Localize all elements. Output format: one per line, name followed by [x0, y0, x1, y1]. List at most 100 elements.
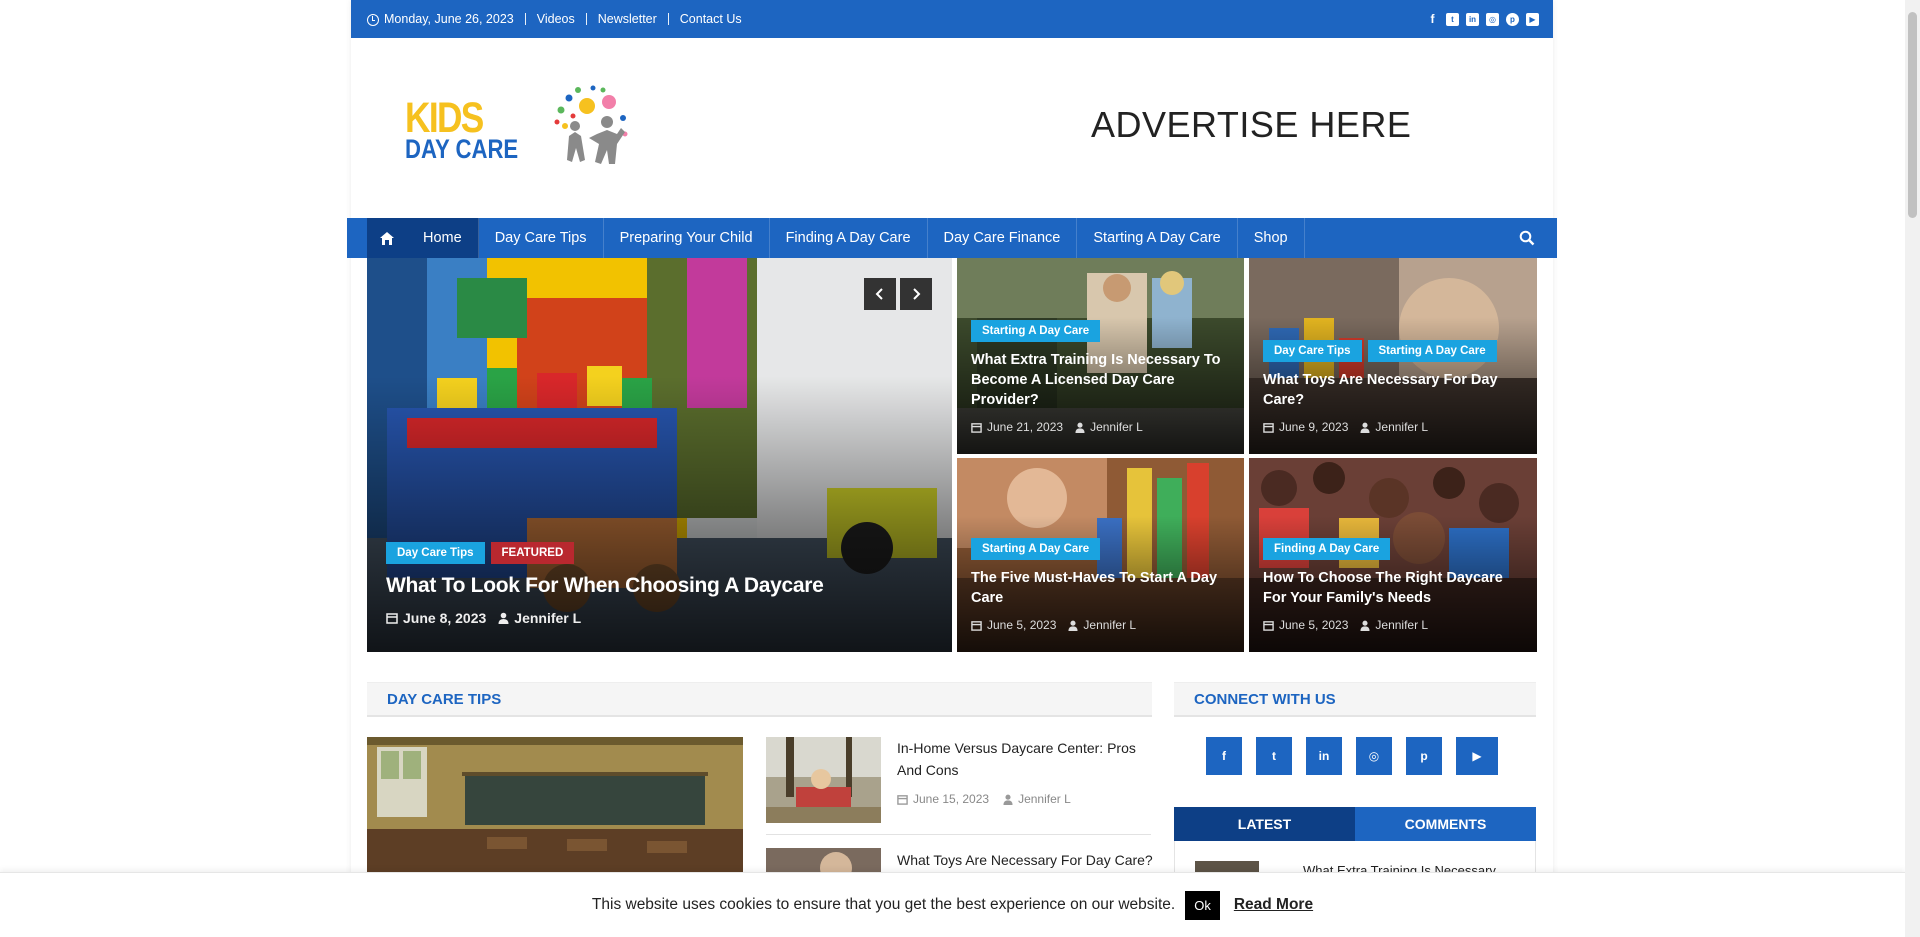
calendar-icon — [386, 613, 398, 624]
section-header-connect: CONNECT WITH US — [1174, 682, 1536, 717]
post-thumbnail-image — [766, 737, 881, 823]
logo-children-icon — [554, 85, 628, 164]
search-icon[interactable] — [1519, 230, 1535, 246]
home-icon-button[interactable] — [367, 218, 407, 258]
post-content: Starting A Day Care The Five Must-Haves … — [971, 538, 1230, 632]
clock-icon — [366, 13, 379, 26]
featured-post-card[interactable]: Starting A Day Care The Five Must-Haves … — [957, 458, 1244, 652]
instagram-icon[interactable]: ◎ — [1486, 12, 1499, 26]
featured-tag[interactable]: FEATURED — [490, 542, 575, 564]
category-tag[interactable]: Day Care Tips — [386, 542, 485, 564]
post-thumbnail-image — [766, 848, 881, 872]
user-icon — [1360, 620, 1370, 631]
cookie-read-more-link[interactable]: Read More — [1234, 896, 1313, 914]
featured-post-card[interactable]: Day Care Tips Starting A Day Care What To… — [1249, 258, 1537, 454]
scrollbar-thumb[interactable] — [1908, 12, 1917, 218]
post-date: June 9, 2023 — [1263, 420, 1348, 434]
post-author[interactable]: Jennifer L — [1003, 792, 1071, 806]
main-navigation: Home Day Care Tips Preparing Your Child … — [347, 218, 1557, 258]
category-tag[interactable]: Day Care Tips — [1263, 340, 1362, 362]
user-icon — [1003, 794, 1013, 805]
divider — [766, 834, 1151, 835]
category-tag[interactable]: Starting A Day Care — [971, 538, 1101, 560]
post-title[interactable]: What Toys Are Necessary For Day Care? — [897, 849, 1157, 871]
nav-tab-preparing-your-child[interactable]: Preparing Your Child — [604, 218, 770, 258]
category-tag[interactable]: Starting A Day Care — [971, 320, 1101, 342]
post-meta: June 5, 2023 Jennifer L — [1263, 618, 1523, 632]
cookie-message: This website uses cookies to ensure that… — [591, 896, 1176, 913]
facebook-icon[interactable]: f — [1206, 737, 1242, 775]
post-thumbnail[interactable] — [766, 737, 881, 823]
chevron-right-icon — [913, 288, 921, 300]
post-author[interactable]: Jennifer L — [1068, 618, 1136, 632]
category-tag[interactable]: Starting A Day Care — [1367, 340, 1497, 362]
featured-main-content: Day Care Tips FEATURED What To Look For W… — [386, 542, 938, 626]
featured-main-title[interactable]: What To Look For When Choosing A Daycare — [386, 574, 938, 598]
youtube-icon[interactable]: ▶ — [1526, 12, 1539, 26]
featured-main-post[interactable]: Day Care Tips FEATURED What To Look For W… — [367, 258, 952, 652]
post-author[interactable]: Jennifer L — [498, 610, 581, 626]
post-meta: June 5, 2023 Jennifer L — [971, 618, 1230, 632]
instagram-icon[interactable]: ◎ — [1356, 737, 1392, 775]
chevron-left-icon — [875, 288, 883, 300]
featured-slider: Day Care Tips FEATURED What To Look For W… — [367, 258, 1537, 652]
facebook-icon[interactable]: f — [1426, 12, 1439, 26]
top-social-links: f t in ◎ p ▶ — [1426, 0, 1539, 38]
tab-latest[interactable]: LATEST — [1174, 807, 1355, 841]
user-icon — [1068, 620, 1078, 631]
post-date: June 8, 2023 — [386, 610, 486, 626]
post-content: Starting A Day Care What Extra Training … — [971, 320, 1230, 434]
pinterest-icon[interactable]: p — [1506, 12, 1519, 26]
classroom-image — [367, 737, 743, 872]
page-scrollbar[interactable] — [1905, 0, 1920, 937]
top-link-videos[interactable]: Videos — [537, 12, 575, 26]
category-tag[interactable]: Finding A Day Care — [1263, 538, 1391, 560]
top-link-newsletter[interactable]: Newsletter — [598, 12, 657, 26]
youtube-icon[interactable]: ▶ — [1456, 737, 1498, 775]
post-title[interactable]: The Five Must-Haves To Start A Day Care — [971, 568, 1230, 608]
post-date: June 5, 2023 — [971, 618, 1056, 632]
post-thumbnail[interactable] — [766, 848, 881, 872]
linkedin-icon[interactable]: in — [1306, 737, 1342, 775]
slider-next-button[interactable] — [900, 278, 932, 310]
post-title[interactable]: What Extra Training Is Necessary To Beco… — [971, 350, 1230, 410]
post-meta: June 8, 2023 Jennifer L — [386, 610, 938, 626]
logo-text-daycare: DAY CARE — [405, 134, 519, 164]
nav-tab-day-care-tips[interactable]: Day Care Tips — [479, 218, 604, 258]
post-author[interactable]: Jennifer L — [1360, 420, 1428, 434]
user-icon — [1075, 422, 1085, 433]
nav-tab-day-care-finance[interactable]: Day Care Finance — [928, 218, 1078, 258]
advertisement-banner[interactable]: ADVERTISE HERE — [1091, 104, 1411, 146]
post-title[interactable]: How To Choose The Right Daycare For Your… — [1263, 568, 1523, 608]
post-date: June 15, 2023 — [897, 792, 989, 806]
site-logo[interactable]: KIDS DAY CARE — [405, 78, 645, 178]
section-header-day-care-tips: DAY CARE TIPS — [367, 682, 1152, 717]
nav-tab-shop[interactable]: Shop — [1238, 218, 1305, 258]
slider-controls — [864, 278, 932, 310]
sidebar-tabs: LATEST COMMENTS — [1174, 807, 1536, 841]
top-link-contact[interactable]: Contact Us — [680, 12, 742, 26]
post-author[interactable]: Jennifer L — [1360, 618, 1428, 632]
nav-tab-home[interactable]: Home — [407, 218, 479, 258]
section-lead-image[interactable] — [367, 737, 743, 872]
featured-post-card[interactable]: Starting A Day Care What Extra Training … — [957, 258, 1244, 454]
post-author[interactable]: Jennifer L — [1075, 420, 1143, 434]
featured-post-card[interactable]: Finding A Day Care How To Choose The Rig… — [1249, 458, 1537, 652]
pinterest-icon[interactable]: p — [1406, 737, 1442, 775]
top-bar: Monday, June 26, 2023 Videos Newsletter … — [351, 0, 1553, 38]
twitter-icon[interactable]: t — [1446, 12, 1459, 26]
post-content: Day Care Tips Starting A Day Care What To… — [1263, 340, 1523, 434]
divider — [585, 13, 587, 25]
calendar-icon — [1263, 422, 1274, 433]
nav-tab-finding-a-day-care[interactable]: Finding A Day Care — [770, 218, 928, 258]
twitter-icon[interactable]: t — [1256, 737, 1292, 775]
tab-comments[interactable]: COMMENTS — [1355, 807, 1536, 841]
nav-tab-starting-a-day-care[interactable]: Starting A Day Care — [1077, 218, 1238, 258]
post-title[interactable]: In-Home Versus Daycare Center: Pros And … — [897, 737, 1157, 781]
linkedin-icon[interactable]: in — [1466, 12, 1479, 26]
post-meta: June 9, 2023 Jennifer L — [1263, 420, 1523, 434]
slider-prev-button[interactable] — [864, 278, 896, 310]
cookie-ok-button[interactable]: Ok — [1185, 890, 1220, 920]
post-title[interactable]: What Toys Are Necessary For Day Care? — [1263, 370, 1523, 410]
post-content: Finding A Day Care How To Choose The Rig… — [1263, 538, 1523, 632]
